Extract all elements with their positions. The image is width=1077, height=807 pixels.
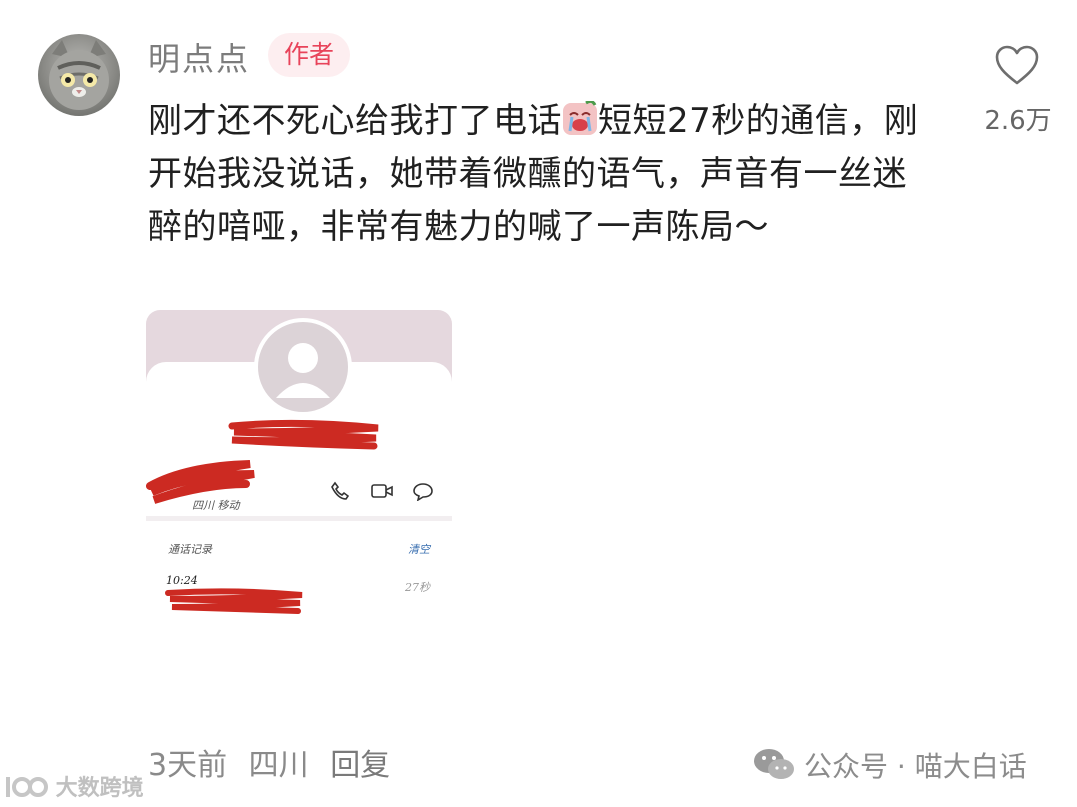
crying-face-emoji-icon xyxy=(563,101,597,135)
contact-avatar xyxy=(254,318,352,416)
heart-icon[interactable] xyxy=(994,44,1040,86)
clear-call-log-button[interactable]: 清空 xyxy=(408,541,430,557)
comment-text-part1: 刚才还不死心给我打了电话 xyxy=(148,101,562,141)
username[interactable]: 明点点 xyxy=(148,34,250,80)
comment-meta: 3天前 四川 回复 xyxy=(148,740,402,784)
watermark-logo-icon xyxy=(6,777,48,797)
default-person-icon xyxy=(276,343,330,398)
video-call-icon[interactable] xyxy=(370,481,394,501)
like-count: 2.6万 xyxy=(984,106,1052,136)
call-log-title: 通话记录 xyxy=(168,543,212,556)
author-badge: 作者 xyxy=(268,33,351,77)
redacted-call-record xyxy=(165,588,303,614)
contact-actions xyxy=(330,481,435,503)
cat-avatar-icon xyxy=(40,40,109,116)
watermark-left: 大数跨境 xyxy=(4,770,144,802)
comment-time: 3天前 xyxy=(148,748,228,783)
call-duration: 27秒 xyxy=(405,581,430,594)
contact-subtext: 四川 移动 xyxy=(192,499,240,512)
user-avatar[interactable] xyxy=(38,34,120,116)
reply-button[interactable]: 回复 xyxy=(330,748,390,783)
call-time: 10:24 xyxy=(166,574,198,587)
wechat-icon xyxy=(754,749,794,779)
comment-location: 四川 xyxy=(248,748,309,783)
card-divider xyxy=(146,516,452,521)
message-icon[interactable] xyxy=(412,481,434,501)
watermark-right: 公众号 · 喵大白话 xyxy=(752,745,1027,785)
watermark-left-text: 大数跨境 xyxy=(55,776,144,801)
watermark-right-text: 公众号 · 喵大白话 xyxy=(804,750,1027,783)
phone-icon[interactable] xyxy=(330,481,350,501)
redacted-contact-name xyxy=(228,419,379,450)
comment-text: 刚才还不死心给我打了电话 短短27秒的通信，刚开始我没说话，她带着微醺的语气，声… xyxy=(148,95,938,254)
